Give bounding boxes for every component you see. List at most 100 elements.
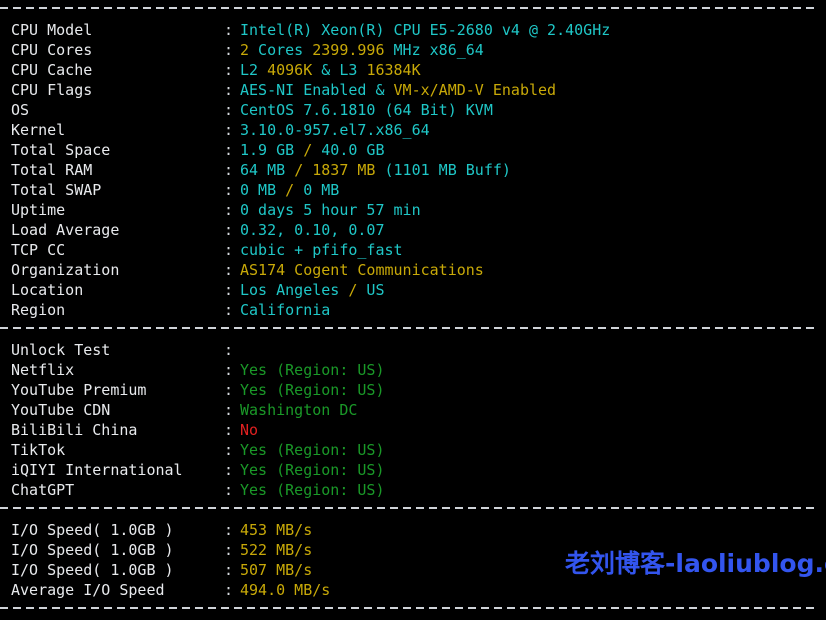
row-label: YouTube CDN bbox=[11, 401, 111, 419]
value-segment: VM-x/AMD-V Enabled bbox=[393, 81, 557, 99]
value-segment: 4096K bbox=[267, 61, 313, 79]
row-value: 2 Cores 2399.996 MHz x86_64 bbox=[240, 41, 484, 59]
row-colon: : bbox=[224, 41, 234, 59]
row-label: Total Space bbox=[11, 141, 111, 159]
value-segment: 0 MB bbox=[294, 181, 340, 199]
row-colon: : bbox=[224, 141, 234, 159]
terminal-window: CPU Model: Intel(R) Xeon(R) CPU E5-2680 v… bbox=[0, 0, 826, 611]
row-label: Unlock Test bbox=[11, 341, 111, 359]
row-label: Average I/O Speed bbox=[11, 581, 165, 599]
terminal-row: ChatGPT: Yes (Region: US) bbox=[0, 480, 826, 500]
section-system-info: CPU Model: Intel(R) Xeon(R) CPU E5-2680 v… bbox=[0, 20, 826, 320]
row-value: Yes (Region: US) bbox=[240, 461, 385, 479]
row-value: 64 MB / 1837 MB (1101 MB Buff) bbox=[240, 161, 511, 179]
terminal-row: CPU Cache: L2 4096K & L3 16384K bbox=[0, 60, 826, 80]
terminal-row: Total SWAP:0 MB / 0 MB bbox=[0, 180, 826, 200]
terminal-row: BiliBili China: No bbox=[0, 420, 826, 440]
value-segment: Intel(R) Xeon(R) CPU E5-2680 v4 @ 2.40GH… bbox=[240, 21, 611, 39]
row-colon: : bbox=[224, 421, 234, 439]
value-segment: US bbox=[357, 281, 385, 299]
value-segment: Washington DC bbox=[240, 401, 358, 419]
row-label: Total SWAP bbox=[11, 181, 102, 199]
value-segment: 2399.996 bbox=[312, 41, 385, 59]
terminal-row: Load Average:0.32, 0.10, 0.07 bbox=[0, 220, 826, 240]
terminal-row: I/O Speed( 1.0GB ):453 MB/s bbox=[0, 520, 826, 540]
terminal-row: Total RAM:64 MB / 1837 MB (1101 MB Buff) bbox=[0, 160, 826, 180]
value-segment: California bbox=[240, 301, 331, 319]
value-segment: Yes (Region: US) bbox=[240, 381, 385, 399]
row-value: 3.10.0-957.el7.x86_64 bbox=[240, 121, 430, 139]
value-segment: cubic + pfifo_fast bbox=[240, 241, 403, 259]
row-label: BiliBili China bbox=[11, 421, 138, 439]
value-segment: 2 bbox=[240, 41, 250, 59]
value-segment: MHz x86_64 bbox=[384, 41, 484, 59]
value-segment: 3.10.0-957.el7.x86_64 bbox=[240, 121, 430, 139]
value-segment: No bbox=[240, 421, 259, 439]
row-label: Uptime bbox=[11, 201, 66, 219]
row-value: Yes (Region: US) bbox=[240, 481, 385, 499]
value-segment: (1101 MB Buff) bbox=[375, 161, 511, 179]
row-label: I/O Speed( 1.0GB ) bbox=[11, 541, 174, 559]
value-segment: 0 days 5 hour 57 min bbox=[240, 201, 421, 219]
value-segment: L2 bbox=[240, 61, 268, 79]
row-value: No bbox=[240, 421, 258, 439]
row-label: iQIYI International bbox=[11, 461, 183, 479]
row-value: Los Angeles / US bbox=[240, 281, 385, 299]
value-segment: Los Angeles bbox=[240, 281, 349, 299]
watermark-laoliublog: 老刘博客-laoliublog.cn bbox=[565, 549, 826, 578]
value-segment: AS174 Cogent Communications bbox=[240, 261, 484, 279]
row-label: Load Average bbox=[11, 221, 120, 239]
value-segment: 453 MB/s bbox=[240, 521, 313, 539]
separator-bottom bbox=[0, 600, 826, 620]
terminal-row: CPU Flags: AES-NI Enabled & VM-x/AMD-V En… bbox=[0, 80, 826, 100]
separator-top bbox=[0, 0, 826, 20]
row-value: Washington DC bbox=[240, 401, 357, 419]
value-segment: 1.9 GB bbox=[240, 141, 304, 159]
row-colon: : bbox=[224, 161, 234, 179]
row-value: Yes (Region: US) bbox=[240, 361, 385, 379]
row-value: 0 days 5 hour 57 min bbox=[240, 201, 421, 219]
row-label: Region bbox=[11, 301, 66, 319]
row-value: Yes (Region: US) bbox=[240, 381, 385, 399]
row-colon: : bbox=[224, 61, 234, 79]
row-value: 453 MB/s bbox=[240, 521, 312, 539]
separator-after-system-info bbox=[0, 320, 826, 340]
row-label: CPU Flags bbox=[11, 81, 93, 99]
row-value: 0.32, 0.10, 0.07 bbox=[240, 221, 385, 239]
terminal-row: Location: Los Angeles / US bbox=[0, 280, 826, 300]
terminal-row: Total Space:1.9 GB / 40.0 GB bbox=[0, 140, 826, 160]
row-colon: : bbox=[224, 181, 234, 199]
terminal-row: TCP CC: cubic + pfifo_fast bbox=[0, 240, 826, 260]
value-segment: Yes (Region: US) bbox=[240, 361, 385, 379]
row-label: OS bbox=[11, 101, 30, 119]
row-colon: : bbox=[224, 381, 234, 399]
row-colon: : bbox=[224, 461, 234, 479]
row-label: YouTube Premium bbox=[11, 381, 147, 399]
row-value: 0 MB / 0 MB bbox=[240, 181, 339, 199]
terminal-row: YouTube CDN: Washington DC bbox=[0, 400, 826, 420]
row-label: TikTok bbox=[11, 441, 66, 459]
terminal-row: Unlock Test: bbox=[0, 340, 826, 360]
value-segment: 494.0 MB/s bbox=[240, 581, 331, 599]
row-colon: : bbox=[224, 401, 234, 419]
row-colon: : bbox=[224, 541, 234, 559]
value-segment: Yes (Region: US) bbox=[240, 461, 385, 479]
terminal-row: Region: California bbox=[0, 300, 826, 320]
separator-after-unlock-test bbox=[0, 500, 826, 520]
row-value: AS174 Cogent Communications bbox=[240, 261, 484, 279]
row-colon: : bbox=[224, 481, 234, 499]
row-value: CentOS 7.6.1810 (64 Bit) KVM bbox=[240, 101, 493, 119]
row-label: I/O Speed( 1.0GB ) bbox=[11, 521, 174, 539]
value-segment: Yes (Region: US) bbox=[240, 481, 385, 499]
row-colon: : bbox=[224, 121, 234, 139]
row-value: 494.0 MB/s bbox=[240, 581, 330, 599]
value-segment: 507 MB/s bbox=[240, 561, 313, 579]
value-segment: 0 MB bbox=[240, 181, 286, 199]
section-unlock-test: Unlock Test: Netflix: Yes (Region: US) YouT… bbox=[0, 340, 826, 500]
value-segment: 0.32, 0.10, 0.07 bbox=[240, 221, 385, 239]
terminal-row: CPU Model: Intel(R) Xeon(R) CPU E5-2680 v… bbox=[0, 20, 826, 40]
row-label: ChatGPT bbox=[11, 481, 75, 499]
terminal-row: Uptime:0 days 5 hour 57 min bbox=[0, 200, 826, 220]
row-label: Total RAM bbox=[11, 161, 93, 179]
row-label: Location bbox=[11, 281, 84, 299]
